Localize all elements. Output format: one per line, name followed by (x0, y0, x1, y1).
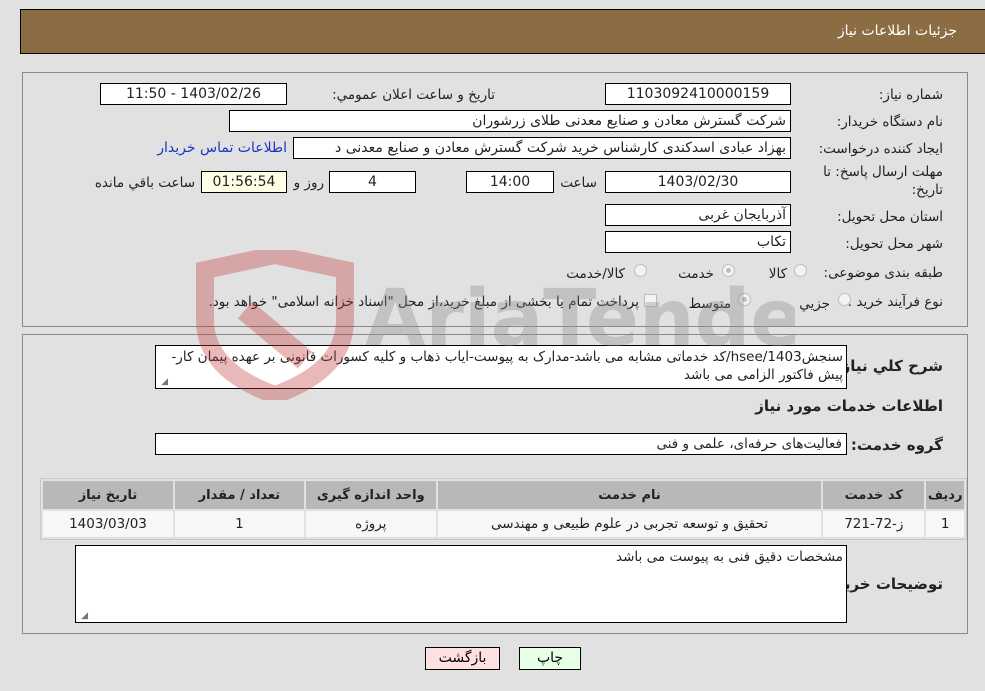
page-title: جزئیات اطلاعات نیاز (837, 23, 957, 39)
category-radio-goods-service[interactable] (634, 264, 647, 277)
process-option-medium: متوسط (688, 296, 731, 312)
need-number-label: شماره نیاز: (878, 87, 943, 103)
process-label: نوع فرآيند خريد : (847, 294, 943, 310)
services-section-title: اطلاعات خدمات مورد نياز (755, 397, 943, 415)
category-option-service: خدمت (678, 266, 714, 282)
remaining-time-field[interactable]: 01:56:54 (201, 171, 287, 193)
col-service-name: نام خدمت (437, 481, 822, 509)
services-table: رديف کد خدمت نام خدمت واحد اندازه گيری ت… (40, 478, 967, 540)
table-row[interactable]: 1 ز-72-721 تحقیق و توسعه تجربی در علوم ط… (43, 511, 964, 537)
services-panel: شرح کلي نياز: سنجش1403/hsee/کد خدماتی مش… (22, 334, 968, 634)
cell-unit: پروژه (305, 511, 436, 537)
days-remaining-field[interactable]: 4 (329, 171, 416, 193)
buyer-contact-link[interactable]: اطلاعات تماس خريدار (157, 140, 287, 156)
process-radio-minor[interactable] (838, 293, 851, 306)
category-radio-goods[interactable] (794, 264, 807, 277)
buyer-notes-textarea[interactable]: مشخصات دقیق فنی به پیوست می باشد ◢ (75, 545, 847, 623)
creator-field[interactable]: بهزاد عبادی اسدکندی کارشناس خرید شرکت گس… (293, 137, 791, 159)
page-header: جزئیات اطلاعات نیاز (20, 9, 985, 54)
remaining-time-label: ساعت باقي مانده (94, 175, 195, 191)
deadline-time-label: ساعت (560, 175, 597, 191)
province-label: استان محل تحويل: (837, 209, 943, 225)
announce-datetime-field[interactable]: 1403/02/26 - 11:50 (100, 83, 287, 105)
buyer-notes-text: مشخصات دقیق فنی به پیوست می باشد (616, 549, 843, 565)
category-label: طبقه بندی موضوعی: (823, 265, 943, 281)
category-option-goods-service: کالا/خدمت (566, 266, 625, 282)
service-group-field[interactable]: فعالیت‌های حرفه‌ای، علمی و فنی (155, 433, 847, 455)
deadline-time-field[interactable]: 14:00 (466, 171, 554, 193)
col-service-code: کد خدمت (823, 481, 925, 509)
col-row-number: رديف (926, 481, 964, 509)
cell-service-code: ز-72-721 (823, 511, 925, 537)
city-field[interactable]: تکاب (605, 231, 791, 253)
cell-quantity: 1 (174, 511, 304, 537)
deadline-label: مهلت ارسال پاسخ: تا تاريخ: (823, 164, 943, 198)
cell-row-number: 1 (926, 511, 964, 537)
description-text: سنجش1403/hsee/کد خدماتی مشابه می باشد-مد… (171, 349, 843, 383)
buyer-org-label: نام دستگاه خريدار: (836, 114, 943, 130)
description-textarea[interactable]: سنجش1403/hsee/کد خدماتی مشابه می باشد-مد… (155, 345, 847, 389)
days-label: روز و (293, 175, 324, 191)
province-field[interactable]: آذربایجان غربی (605, 204, 791, 226)
resize-grip-icon[interactable]: ◢ (158, 377, 168, 387)
description-label: شرح کلي نياز: (835, 357, 943, 375)
details-panel: شماره نیاز: 1103092410000159 تاريخ و ساع… (22, 72, 968, 327)
service-group-label: گروه خدمت: (850, 436, 943, 454)
process-option-minor: جزيي (799, 296, 830, 312)
col-need-date: تاريخ نياز (43, 481, 173, 509)
creator-label: ايجاد کننده درخواست: (818, 141, 943, 157)
need-number-field[interactable]: 1103092410000159 (605, 83, 791, 105)
category-radio-service[interactable] (722, 264, 735, 277)
process-radio-medium[interactable] (738, 293, 751, 306)
announce-label: تاريخ و ساعت اعلان عمومي: (332, 87, 495, 103)
col-quantity: تعداد / مقدار (174, 481, 304, 509)
cell-need-date: 1403/03/03 (43, 511, 173, 537)
treasury-checkbox[interactable] (644, 294, 657, 307)
table-header-row: رديف کد خدمت نام خدمت واحد اندازه گيری ت… (43, 481, 964, 509)
deadline-date-field[interactable]: 1403/02/30 (605, 171, 791, 193)
city-label: شهر محل تحويل: (845, 236, 943, 252)
print-button[interactable]: چاپ (519, 647, 581, 670)
back-button[interactable]: بازگشت (425, 647, 500, 670)
category-option-goods: کالا (768, 266, 787, 282)
treasury-note: پرداخت تمام یا بخشی از مبلغ خرید،از محل … (208, 294, 639, 310)
buyer-org-field[interactable]: شرکت گسترش معادن و صنایع معدنی طلای زرشو… (229, 110, 791, 132)
cell-service-name: تحقیق و توسعه تجربی در علوم طبیعی و مهند… (437, 511, 822, 537)
col-unit: واحد اندازه گيری (305, 481, 436, 509)
resize-grip-icon[interactable]: ◢ (78, 611, 88, 621)
